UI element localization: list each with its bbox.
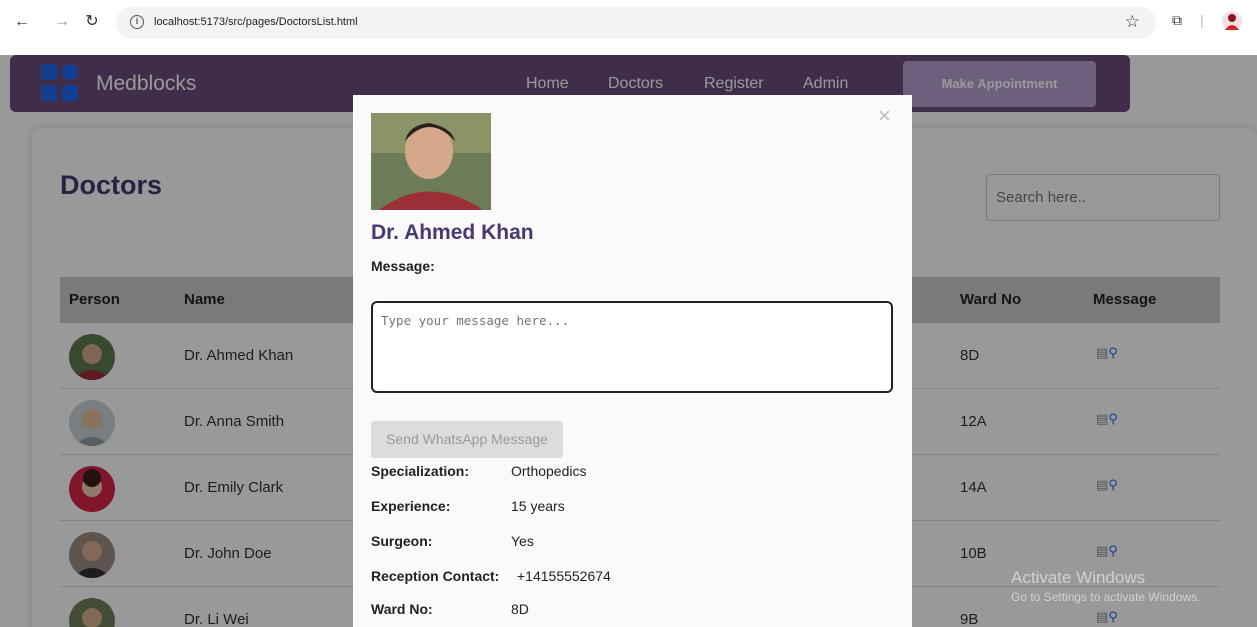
ward-no-value: 8D	[511, 601, 529, 617]
profile-avatar-icon[interactable]	[1222, 11, 1242, 31]
experience-value: 15 years	[511, 498, 565, 514]
doctor-photo	[371, 113, 491, 210]
extensions-icon[interactable]: ⧉	[1172, 12, 1182, 29]
watermark-subtitle: Go to Settings to activate Windows.	[1011, 590, 1201, 604]
close-icon[interactable]: ×	[878, 103, 891, 129]
ward-no-label: Ward No:	[371, 601, 433, 617]
message-textarea[interactable]	[371, 301, 893, 393]
bookmark-star-icon[interactable]: ☆	[1125, 12, 1140, 32]
reception-contact-value: +14155552674	[517, 568, 611, 584]
windows-activation-watermark: Activate Windows Go to Settings to activ…	[1011, 568, 1200, 604]
toolbar-divider: |	[1200, 12, 1204, 28]
surgeon-label: Surgeon:	[371, 533, 433, 549]
reception-contact-label: Reception Contact:	[371, 568, 500, 584]
watermark-title: Activate Windows	[1011, 568, 1146, 587]
experience-label: Experience:	[371, 498, 451, 514]
browser-toolbar: ← → ↻ i localhost:5173/src/pages/Doctors…	[0, 0, 1257, 44]
url-text: localhost:5173/src/pages/DoctorsList.htm…	[154, 16, 358, 28]
specialization-value: Orthopedics	[511, 463, 587, 479]
reload-icon[interactable]: ↻	[82, 12, 102, 32]
message-label: Message:	[371, 258, 435, 274]
send-whatsapp-button[interactable]: Send WhatsApp Message	[371, 421, 563, 458]
site-info-icon[interactable]: i	[130, 15, 144, 29]
address-bar[interactable]: i localhost:5173/src/pages/DoctorsList.h…	[116, 7, 1156, 39]
specialization-label: Specialization:	[371, 463, 470, 479]
doctor-detail-modal: × Dr. Ahmed Khan Message: Send WhatsApp …	[353, 95, 912, 627]
surgeon-value: Yes	[511, 533, 534, 549]
forward-arrow-icon[interactable]: →	[52, 12, 72, 32]
back-arrow-icon[interactable]: ←	[12, 12, 32, 32]
doctor-name-heading: Dr. Ahmed Khan	[371, 221, 534, 244]
